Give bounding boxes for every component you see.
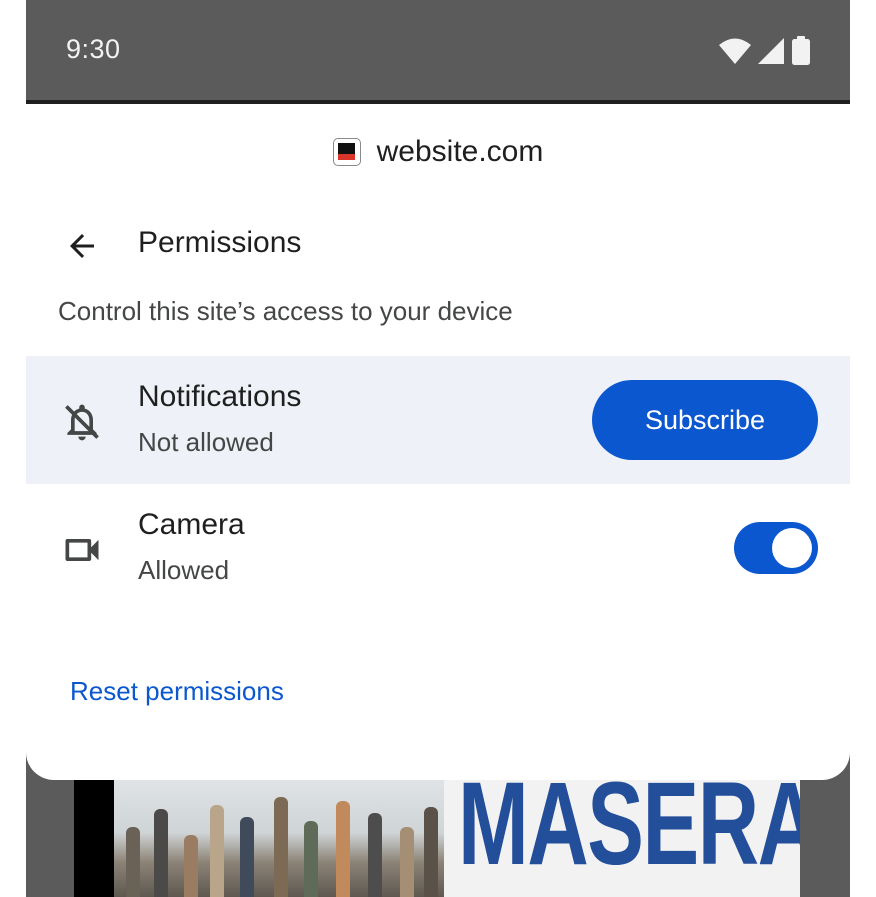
- arrow-back-icon: [70, 234, 94, 258]
- site-identity: website.com: [26, 132, 850, 172]
- phone-screen: MASERATI 9:30 website.com: [26, 0, 850, 897]
- background-page-image: MASERATI: [74, 780, 800, 897]
- page-title: Permissions: [138, 226, 302, 259]
- permission-name: Camera: [138, 508, 245, 541]
- permission-status: Not allowed: [138, 427, 274, 457]
- toggle-knob: [772, 528, 812, 568]
- permission-status: Allowed: [138, 555, 230, 585]
- videocam-icon: [60, 528, 104, 572]
- permissions-subtitle: Control this site’s access to your devic…: [58, 296, 513, 326]
- status-icons: [718, 36, 812, 66]
- reset-permissions-link[interactable]: Reset permissions: [70, 676, 284, 707]
- cellular-signal-icon: [758, 38, 784, 64]
- permissions-sheet: website.com Permissions Control this sit…: [26, 104, 850, 780]
- brand-banner: MASERATI: [444, 780, 800, 897]
- back-button[interactable]: [60, 224, 104, 268]
- wifi-icon: [719, 38, 751, 64]
- notifications-off-icon: [60, 400, 104, 444]
- brand-banner-text: MASERATI: [458, 780, 800, 890]
- site-favicon: [332, 138, 361, 166]
- permission-name: Notifications: [138, 380, 302, 413]
- status-bar: 9:30: [26, 0, 850, 100]
- site-name: website.com: [376, 135, 544, 168]
- subscribe-button[interactable]: Subscribe: [592, 380, 818, 460]
- permission-row-camera: Camera Allowed: [26, 484, 850, 612]
- permissions-header: Permissions: [26, 222, 850, 266]
- crowd-photo: [114, 780, 444, 897]
- battery-icon: [792, 36, 810, 65]
- status-time: 9:30: [66, 34, 121, 64]
- camera-toggle[interactable]: [734, 522, 818, 574]
- permission-row-notifications: Notifications Not allowed Subscribe: [26, 356, 850, 484]
